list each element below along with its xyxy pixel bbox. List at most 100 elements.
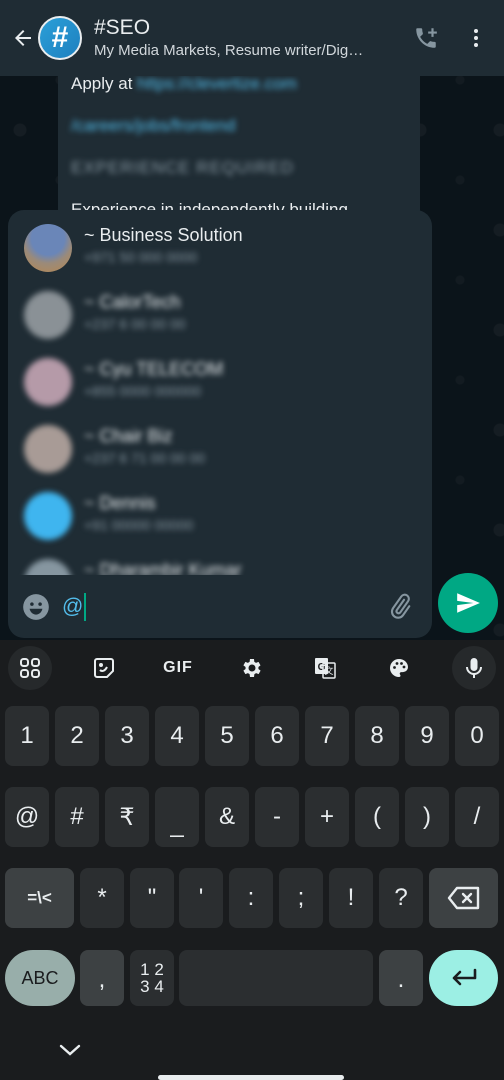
- more-symbols-key[interactable]: =\<: [5, 868, 74, 928]
- abc-key[interactable]: ABC: [5, 950, 75, 1006]
- key-plus[interactable]: +: [305, 787, 349, 847]
- key-exclamation[interactable]: !: [329, 868, 373, 928]
- mention-list[interactable]: ~ Business Solution +971 50 000 0000 ~ C…: [8, 210, 432, 575]
- key-comma[interactable]: ,: [80, 950, 124, 1006]
- svg-text:文: 文: [324, 665, 333, 676]
- contact-avatar: [24, 425, 72, 473]
- hashtag-icon: #: [51, 21, 69, 54]
- more-options-button[interactable]: [456, 18, 496, 58]
- voice-input-button[interactable]: [452, 646, 496, 690]
- contact-name: ~ Dharambir Kumar: [84, 560, 242, 575]
- contact-name: ~ CalorTech: [84, 292, 181, 312]
- apps-grid-button[interactable]: [8, 646, 52, 690]
- chat-header: # #SEO My Media Markets, Resume writer/D…: [0, 0, 504, 76]
- message-input[interactable]: @: [62, 587, 380, 627]
- send-icon: [457, 593, 480, 613]
- key-4[interactable]: 4: [155, 706, 199, 766]
- key-6[interactable]: 6: [255, 706, 299, 766]
- keyboard-settings-button[interactable]: [230, 646, 274, 690]
- key-ampersand[interactable]: &: [205, 787, 249, 847]
- contact-avatar: [24, 224, 72, 272]
- contact-phone: +237 6 71 00 00 00: [84, 450, 206, 466]
- key-close-paren[interactable]: ): [405, 787, 449, 847]
- group-title: #SEO: [94, 16, 151, 39]
- group-info[interactable]: #SEO My Media Markets, Resume writer/Dig…: [94, 15, 406, 61]
- key-asterisk[interactable]: *: [80, 868, 124, 928]
- key-1[interactable]: 1: [5, 706, 49, 766]
- add-call-button[interactable]: [406, 18, 446, 58]
- key-rupee[interactable]: ₹: [105, 787, 149, 847]
- mention-item[interactable]: ~ CalorTech +237 6 00 00 00: [8, 277, 432, 344]
- key-minus[interactable]: -: [255, 787, 299, 847]
- mention-item[interactable]: ~ Dennis +91 00000 00000: [8, 478, 432, 545]
- key-2[interactable]: 2: [55, 706, 99, 766]
- more-vertical-icon: [474, 29, 478, 47]
- message-input-value: @: [62, 594, 84, 618]
- theme-button[interactable]: [377, 646, 421, 690]
- contact-avatar: [24, 291, 72, 339]
- back-button[interactable]: [8, 18, 38, 58]
- mention-item[interactable]: ~ Dharambir Kumar: [8, 545, 432, 575]
- sticker-icon: [94, 658, 114, 678]
- mention-item[interactable]: ~ Cyu TELECOM +855 0000 000000: [8, 344, 432, 411]
- key-underscore[interactable]: _: [155, 787, 199, 847]
- contact-phone: +91 00000 00000: [84, 517, 194, 533]
- text-caret: [84, 592, 87, 621]
- message-apply-line: Apply at https://clevertize.com: [71, 74, 297, 93]
- sticker-button[interactable]: [82, 646, 126, 690]
- attach-button[interactable]: [380, 587, 420, 627]
- key-0[interactable]: 0: [455, 706, 499, 766]
- key-5[interactable]: 5: [205, 706, 249, 766]
- key-slash[interactable]: /: [455, 787, 499, 847]
- key-colon[interactable]: :: [229, 868, 273, 928]
- palette-icon: [390, 659, 408, 677]
- send-button[interactable]: [438, 573, 498, 633]
- key-open-paren[interactable]: (: [355, 787, 399, 847]
- hide-keyboard-button[interactable]: [56, 1038, 84, 1062]
- home-gesture-handle[interactable]: [158, 1075, 344, 1080]
- on-screen-keyboard: GIF G 文 1 2 3 4 5 6 7 8 9 0 @ # ₹ _ & - …: [0, 640, 504, 1080]
- contact-name: ~ Dennis: [84, 493, 156, 513]
- system-nav-bar: [0, 1020, 504, 1080]
- back-arrow-icon: [15, 30, 31, 46]
- group-avatar[interactable]: #: [38, 16, 82, 60]
- numpad-label-bottom: 3 4: [140, 977, 164, 996]
- key-double-quote[interactable]: ": [130, 868, 174, 928]
- backspace-key[interactable]: [429, 868, 498, 928]
- key-period[interactable]: .: [379, 950, 423, 1006]
- microphone-icon: [466, 658, 482, 678]
- gif-button[interactable]: GIF: [156, 646, 200, 690]
- space-key[interactable]: [179, 950, 373, 1006]
- message-link[interactable]: https://clevertize.com: [137, 74, 297, 93]
- gif-label: GIF: [163, 659, 193, 676]
- attach-icon: [390, 593, 411, 619]
- key-7[interactable]: 7: [305, 706, 349, 766]
- emoji-button[interactable]: [20, 591, 52, 623]
- key-3[interactable]: 3: [105, 706, 149, 766]
- key-at[interactable]: @: [5, 787, 49, 847]
- contact-phone: +237 6 00 00 00: [84, 316, 186, 332]
- key-single-quote[interactable]: ': [179, 868, 223, 928]
- group-participants: My Media Markets, Resume writer/Dig…: [94, 42, 364, 59]
- numpad-label-top: 1 2: [140, 960, 164, 979]
- key-question[interactable]: ?: [379, 868, 423, 928]
- translate-button[interactable]: G 文: [303, 646, 347, 690]
- key-semicolon[interactable]: ;: [279, 868, 323, 928]
- message-link-continued[interactable]: /careers/jobs/frontend: [71, 116, 407, 140]
- contact-name: ~ Cyu TELECOM: [84, 359, 224, 379]
- mention-suggestions-panel: ~ Business Solution +971 50 000 0000 ~ C…: [8, 210, 432, 638]
- mention-item[interactable]: ~ Chair Biz +237 6 71 00 00 00: [8, 411, 432, 478]
- key-8[interactable]: 8: [355, 706, 399, 766]
- contact-phone: +855 0000 000000: [84, 383, 202, 399]
- add-call-icon: [416, 28, 437, 48]
- numpad-key[interactable]: 1 2 3 4: [130, 950, 174, 1006]
- composer-row: @: [8, 575, 432, 638]
- contact-name: ~ Chair Biz: [84, 426, 173, 446]
- key-hash[interactable]: #: [55, 787, 99, 847]
- enter-key[interactable]: [429, 950, 498, 1006]
- apps-grid-icon: [20, 658, 40, 678]
- translate-icon: G 文: [315, 658, 336, 679]
- key-9[interactable]: 9: [405, 706, 449, 766]
- emoji-icon: [23, 593, 49, 620]
- mention-item[interactable]: ~ Business Solution +971 50 000 0000: [8, 210, 432, 277]
